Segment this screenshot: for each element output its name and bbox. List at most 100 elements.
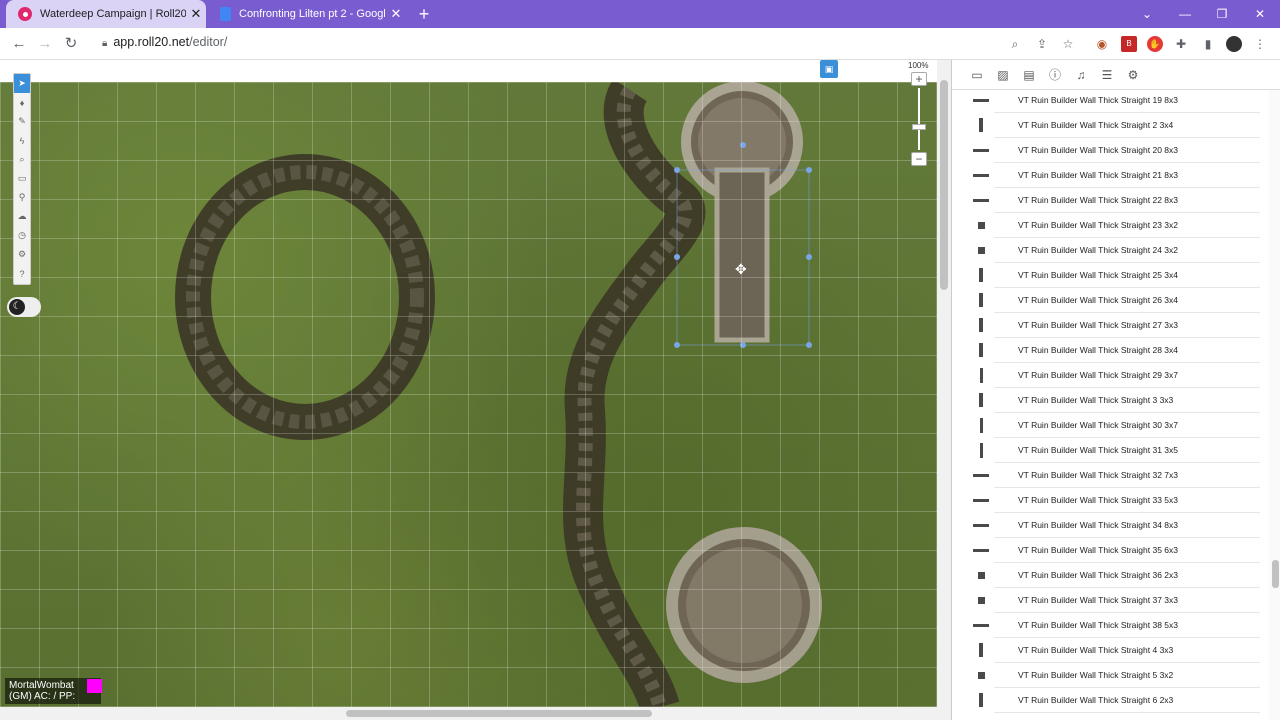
list-item[interactable]: VT Ruin Builder Wall Thick Straight 27 3… — [979, 313, 1260, 338]
journal-icon[interactable]: ▤ — [1016, 65, 1042, 85]
wall-thumbnail-graphic — [979, 318, 983, 332]
list-item[interactable]: VT Ruin Builder Wall Thick Straight 34 8… — [973, 513, 1260, 538]
scrollbar-thumb[interactable] — [940, 80, 948, 290]
tab-search-icon[interactable]: ⌄ — [1132, 4, 1162, 24]
zoom-thumb[interactable] — [912, 124, 926, 130]
zoom-icon[interactable]: ⌕ — [1007, 36, 1023, 52]
list-item[interactable]: VT Ruin Builder Wall Thick Straight 20 8… — [973, 138, 1260, 163]
side-panel-icon[interactable]: ▮ — [1200, 36, 1216, 52]
close-tab-icon[interactable]: ✕ — [186, 6, 206, 22]
list-item[interactable]: VT Ruin Builder Wall Thick Straight 36 2… — [977, 563, 1260, 588]
list-item[interactable]: VT Ruin Builder Wall Thick Straight 21 8… — [973, 163, 1260, 188]
wall-thumbnail — [972, 343, 990, 357]
list-item[interactable]: VT Ruin Builder Wall Thick Straight 19 8… — [973, 90, 1260, 113]
fog-tool-icon[interactable]: ☁ — [14, 207, 30, 226]
reload-button[interactable]: ↻ — [60, 34, 82, 54]
address-bar[interactable]: 🔒︎ app.roll20.net/editor/ — [102, 35, 227, 49]
extension-icon[interactable]: ✋ — [1147, 36, 1163, 52]
maximize-button[interactable]: ❐ — [1207, 4, 1237, 24]
zoom-in-button[interactable]: + — [911, 72, 927, 86]
list-item[interactable]: VT Ruin Builder Wall Thick Straight 3 3x… — [979, 388, 1260, 413]
close-tab-icon[interactable]: ✕ — [386, 6, 406, 22]
tab-title: Confronting Lilten pt 2 - Google — [239, 8, 386, 20]
zoom-tool-icon[interactable]: ⌕ — [14, 150, 30, 169]
list-item[interactable]: VT Ruin Builder Wall Thick Straight 35 6… — [973, 538, 1260, 563]
wall-thumbnail — [972, 118, 990, 132]
canvas-horizontal-scrollbar[interactable] — [0, 707, 951, 720]
player-badge[interactable]: MortalWombat (GM) AC: / PP: — [5, 678, 102, 704]
help-tool-icon[interactable]: ? — [14, 264, 30, 283]
extension-icon[interactable]: B — [1121, 36, 1137, 52]
list-item[interactable]: VT Ruin Builder Wall Thick Straight 24 3… — [977, 238, 1260, 263]
list-item-label: VT Ruin Builder Wall Thick Straight 28 3… — [1018, 345, 1178, 355]
share-icon[interactable]: ⇪ — [1034, 36, 1050, 52]
token-marker-tool-icon[interactable]: ♦ — [14, 93, 30, 112]
settings-gear-icon[interactable]: ⚙ — [1120, 65, 1146, 85]
turn-tracker-icon[interactable]: ◷ — [14, 226, 30, 245]
list-item[interactable]: VT Ruin Builder Wall Thick Straight 37 3… — [977, 588, 1260, 613]
fx-tool-icon[interactable]: ϟ — [14, 131, 30, 150]
list-item[interactable]: VT Ruin Builder Wall Thick Straight 23 3… — [977, 213, 1260, 238]
tab-google-doc[interactable]: Confronting Lilten pt 2 - Google ✕ — [208, 0, 406, 28]
minimize-button[interactable]: — — [1170, 4, 1200, 24]
scrollbar-thumb[interactable] — [346, 710, 652, 717]
select-tool-icon[interactable]: ➤ — [14, 74, 30, 93]
list-item[interactable]: VT Ruin Builder Wall Thick Straight 30 3… — [979, 413, 1260, 438]
player-color-swatch[interactable] — [87, 679, 102, 693]
compendium-info-icon[interactable]: ⓘ — [1042, 65, 1068, 85]
list-item[interactable]: VT Ruin Builder Wall Thick Straight 5 3x… — [977, 663, 1260, 688]
art-library-icon[interactable]: ▨ — [990, 65, 1016, 85]
wall-thumbnail — [972, 218, 990, 232]
new-tab-button[interactable]: + — [414, 4, 434, 24]
list-item[interactable]: VT Ruin Builder Wall Thick Straight 4 3x… — [979, 638, 1260, 663]
jukebox-icon[interactable]: ♫ — [1068, 65, 1094, 85]
bookmark-star-icon[interactable]: ☆ — [1060, 36, 1076, 52]
zoom-track[interactable] — [918, 88, 920, 150]
list-item[interactable]: VT Ruin Builder Wall Thick Straight 32 7… — [973, 463, 1260, 488]
browser-tab-strip: Waterdeep Campaign | Roll20 ✕ Confrontin… — [0, 0, 1280, 28]
list-item[interactable]: VT Ruin Builder Wall Thick Straight 33 5… — [973, 488, 1260, 513]
close-window-button[interactable]: ✕ — [1245, 4, 1275, 24]
wall-thumbnail-graphic — [977, 571, 985, 579]
wall-thumbnail — [972, 93, 990, 107]
wall-thumbnail — [972, 618, 990, 632]
layer-indicator-icon[interactable]: ▣ — [820, 60, 838, 78]
list-item[interactable]: VT Ruin Builder Wall Thick Straight 29 3… — [979, 363, 1260, 388]
ping-tool-icon[interactable]: ⚲ — [14, 188, 30, 207]
list-item-label: VT Ruin Builder Wall Thick Straight 38 5… — [1018, 620, 1178, 630]
roll20-favicon-icon — [18, 7, 32, 21]
list-item[interactable]: VT Ruin Builder Wall Thick Straight 22 8… — [973, 188, 1260, 213]
wall-thumbnail-graphic — [979, 393, 983, 407]
player-name: MortalWombat — [9, 680, 74, 691]
profile-avatar[interactable] — [1226, 36, 1242, 52]
collections-list-icon[interactable]: ☰ — [1094, 65, 1120, 85]
list-item[interactable]: VT Ruin Builder Wall Thick Straight 38 5… — [973, 613, 1260, 638]
wall-thumbnail-graphic — [973, 98, 989, 102]
list-item-label: VT Ruin Builder Wall Thick Straight 23 3… — [1018, 220, 1178, 230]
sidebar-scrollbar[interactable] — [1269, 90, 1280, 720]
ruler-tool-icon[interactable]: ▭ — [14, 169, 30, 188]
wall-thumbnail — [972, 568, 990, 582]
forward-button[interactable]: → — [34, 34, 56, 54]
dice-tool-icon[interactable]: ⚙ — [14, 245, 30, 264]
draw-tool-icon[interactable]: ✎ — [14, 112, 30, 131]
dark-mode-toggle[interactable]: ☾ — [7, 297, 41, 317]
wall-thumbnail-graphic — [979, 693, 983, 707]
list-item[interactable]: VT Ruin Builder Wall Thick Straight 2 3x… — [979, 113, 1260, 138]
chat-icon[interactable]: ▭ — [964, 65, 990, 85]
player-stats: (GM) AC: / PP: — [9, 691, 76, 702]
back-button[interactable]: ← — [8, 34, 30, 54]
list-item[interactable]: VT Ruin Builder Wall Thick Straight 26 3… — [979, 288, 1260, 313]
extension-icon[interactable]: ◉ — [1094, 36, 1110, 52]
menu-kebab-icon[interactable]: ⋮ — [1252, 36, 1268, 52]
canvas-vertical-scrollbar[interactable] — [937, 60, 951, 707]
list-item[interactable]: VT Ruin Builder Wall Thick Straight 31 3… — [979, 438, 1260, 463]
list-item[interactable]: VT Ruin Builder Wall Thick Straight 6 2x… — [979, 688, 1260, 713]
list-item[interactable]: VT Ruin Builder Wall Thick Straight 28 3… — [979, 338, 1260, 363]
list-item[interactable]: VT Ruin Builder Wall Thick Straight 25 3… — [979, 263, 1260, 288]
map-canvas[interactable]: ✥ — [0, 60, 937, 707]
zoom-out-button[interactable]: − — [911, 152, 927, 166]
scrollbar-thumb[interactable] — [1272, 560, 1279, 588]
extensions-puzzle-icon[interactable]: ✚ — [1173, 36, 1189, 52]
tab-roll20[interactable]: Waterdeep Campaign | Roll20 ✕ — [6, 0, 206, 28]
